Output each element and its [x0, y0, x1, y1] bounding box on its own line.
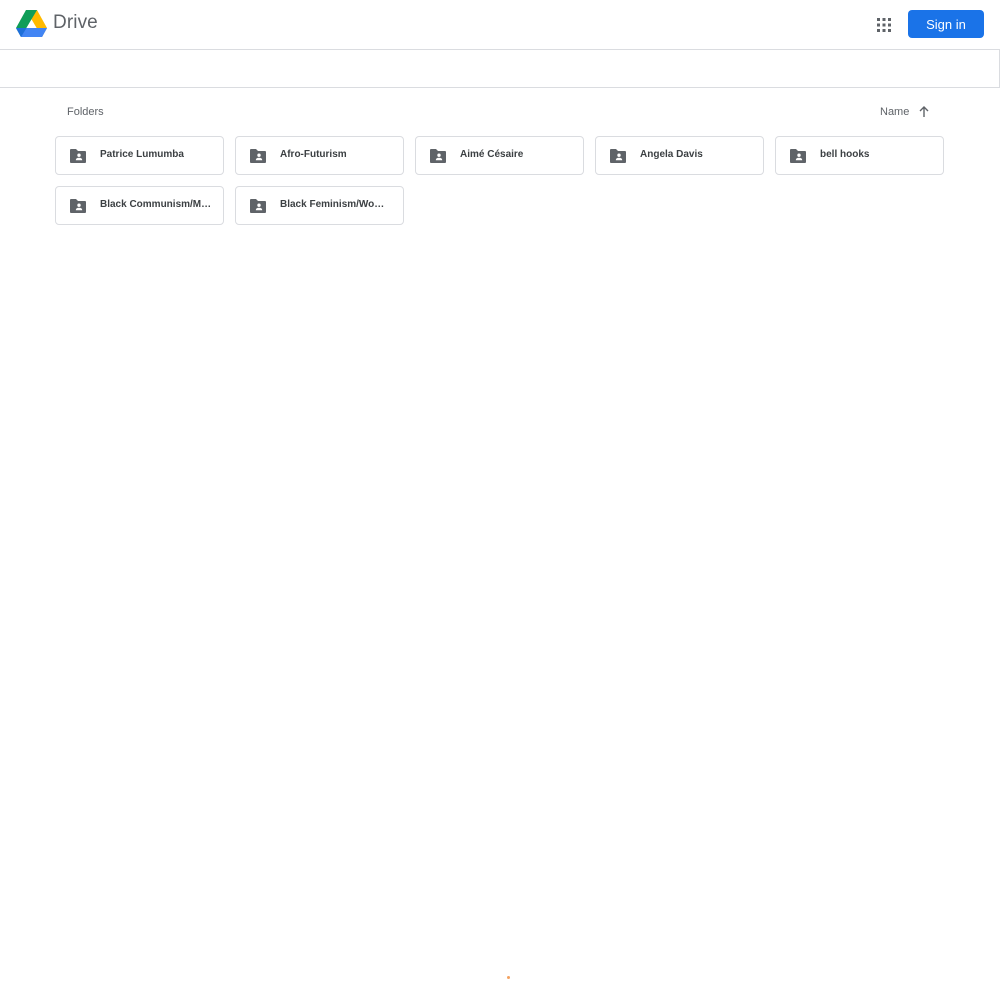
top-bar: Drive Sign in: [0, 0, 1000, 50]
shared-folder-icon: [70, 199, 86, 213]
loading-dot: [507, 976, 510, 979]
shared-folder-icon: [430, 149, 446, 163]
sort-by-name-button[interactable]: Name: [880, 103, 930, 121]
sort-label: Name: [880, 106, 910, 118]
shared-folder-icon: [250, 199, 266, 213]
folder-item[interactable]: Angela Davis: [595, 136, 764, 175]
folder-item[interactable]: Aimé Césaire: [415, 136, 584, 175]
arrow-upward-icon: [919, 106, 929, 117]
section-label-folders: Folders: [67, 106, 104, 118]
folder-item[interactable]: Black Communism/Marxism: [55, 186, 224, 225]
folder-name: Patrice Lumumba: [100, 149, 184, 160]
folder-name: Black Communism/Marxism: [100, 199, 213, 210]
folder-name: Aimé Césaire: [460, 149, 524, 160]
shared-folder-icon: [610, 149, 626, 163]
folder-item[interactable]: Afro-Futurism: [235, 136, 404, 175]
folder-name: Angela Davis: [640, 149, 703, 160]
toolbar-strip: [0, 50, 1000, 88]
google-drive-logo[interactable]: [16, 10, 47, 38]
shared-folder-icon: [790, 149, 806, 163]
folder-name: bell hooks: [820, 149, 870, 160]
folder-item[interactable]: Black Feminism/Womanism: [235, 186, 404, 225]
folder-item[interactable]: Patrice Lumumba: [55, 136, 224, 175]
folder-item[interactable]: bell hooks: [775, 136, 944, 175]
folder-name: Afro-Futurism: [280, 149, 347, 160]
shared-folder-icon: [250, 149, 266, 163]
folder-name: Black Feminism/Womanism: [280, 199, 393, 210]
apps-grid-icon[interactable]: [872, 13, 896, 37]
sign-in-button[interactable]: Sign in: [908, 10, 984, 38]
app-title: Drive: [53, 12, 98, 33]
shared-folder-icon: [70, 149, 86, 163]
